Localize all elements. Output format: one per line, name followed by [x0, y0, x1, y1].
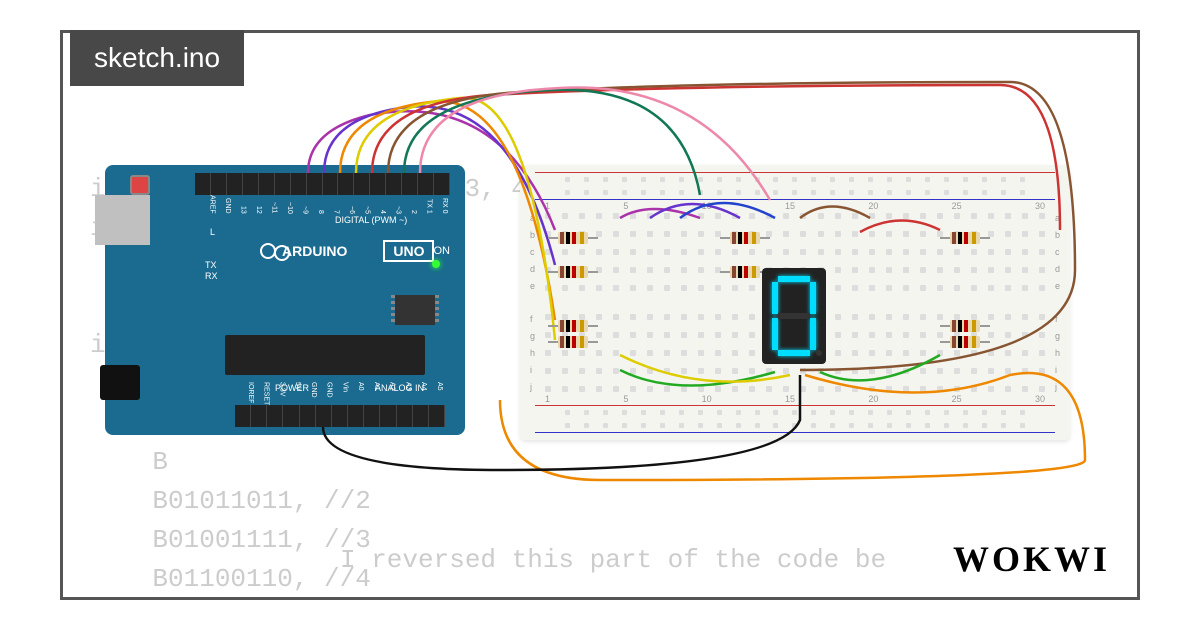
analog-section-label: ANALOG IN	[375, 383, 424, 393]
column-numbers-bottom: 15 1015 2025 30	[545, 394, 1045, 404]
power-analog-header[interactable]	[235, 405, 445, 427]
atmega-chip	[225, 335, 425, 375]
resistor-3[interactable]	[720, 232, 770, 244]
resistor-7[interactable]	[548, 336, 598, 348]
arduino-uno-board[interactable]: AREFGND 1312 ~11~10 ~98 7~6 ~54 ~32 TX 1…	[105, 165, 465, 435]
usb-port	[95, 195, 150, 245]
segment-d	[778, 350, 810, 356]
arduino-logo: ARDUINO UNO	[260, 240, 434, 262]
segment-g	[778, 313, 810, 319]
resistor-5[interactable]	[940, 232, 990, 244]
seven-segment-display[interactable]	[762, 268, 826, 364]
digital-section-label: DIGITAL (PWM ~)	[335, 215, 407, 225]
power-rail-top	[535, 170, 1055, 202]
l-label: L	[210, 227, 215, 237]
digital-pin-header[interactable]	[195, 173, 450, 195]
on-label: ON	[434, 245, 451, 257]
segment-b	[810, 282, 816, 314]
column-numbers-top: 15 1015 2025 30	[545, 201, 1045, 211]
segment-c	[810, 318, 816, 350]
power-jack	[100, 365, 140, 400]
tx-rx-labels: TXRX	[205, 260, 218, 282]
power-rail-bottom	[535, 403, 1055, 435]
resistor-6[interactable]	[548, 320, 598, 332]
segment-e	[772, 318, 778, 350]
segment-a	[778, 276, 810, 282]
resistor-2[interactable]	[548, 266, 598, 278]
file-tab[interactable]: sketch.ino	[70, 30, 244, 86]
segment-f	[772, 282, 778, 314]
power-led	[432, 260, 440, 268]
resistor-1[interactable]	[548, 232, 598, 244]
background-comment: I reversed this part of the code be	[340, 545, 886, 575]
power-section-label: POWER	[275, 383, 309, 393]
resistor-9[interactable]	[940, 336, 990, 348]
reset-button[interactable]	[130, 175, 150, 195]
wokwi-logo: WOKWI	[953, 538, 1110, 580]
infinity-icon	[260, 243, 276, 259]
smd-chip	[395, 295, 435, 325]
resistor-8[interactable]	[940, 320, 990, 332]
digital-pin-labels: AREFGND 1312 ~11~10 ~98 7~6 ~54 ~32 TX 1…	[200, 195, 448, 214]
segment-dp	[816, 350, 822, 356]
